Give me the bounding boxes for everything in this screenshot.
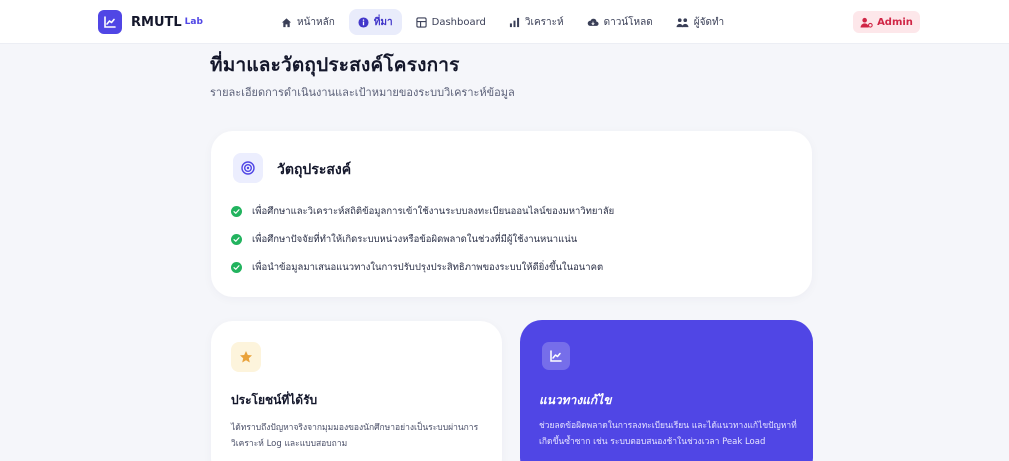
cloud-download-icon xyxy=(587,18,599,26)
nav-item-label: ที่มา xyxy=(373,16,393,28)
chart-line-icon xyxy=(542,342,570,370)
check-circle-icon xyxy=(231,261,242,273)
objective-text: เพื่อศึกษาและวิเคราะห์สถิติข้อมูลการเข้า… xyxy=(252,205,615,217)
objectives-list: เพื่อศึกษาและวิเคราะห์สถิติข้อมูลการเข้า… xyxy=(231,204,614,288)
objective-item: เพื่อศึกษาปัจจัยที่ทำให้เกิดระบบหน่วงหรื… xyxy=(231,232,614,246)
benefits-title: ประโยชน์ที่ได้รับ xyxy=(231,393,318,407)
brand-logo-link[interactable]: RMUTL Lab xyxy=(98,10,203,34)
brand-sub: Lab xyxy=(184,17,203,27)
nav-item-label: ดาวน์โหลด xyxy=(603,16,653,28)
objective-text: เพื่อศึกษาปัจจัยที่ทำให้เกิดระบบหน่วงหรื… xyxy=(252,233,578,245)
nav-item-dashboard[interactable]: Dashboard xyxy=(407,9,495,35)
benefits-description: ได้ทราบถึงปัญหาจริงจากมุมมองของนักศึกษาอ… xyxy=(231,423,479,449)
check-circle-icon xyxy=(231,233,242,245)
admin-button[interactable]: Admin xyxy=(853,11,920,33)
nav-item-team[interactable]: ผู้จัดทำ xyxy=(667,9,733,35)
main-menu: หน้าหลัก ที่มา Dashboard วิเคราะห์ ดาวน์… xyxy=(272,9,738,35)
check-circle-icon xyxy=(231,205,242,217)
objective-text: เพื่อนำข้อมูลมาเสนอแนวทางในการปรับปรุงปร… xyxy=(252,261,604,273)
benefits-card: ประโยชน์ที่ได้รับ ได้ทราบถึงปัญหาจริงจาก… xyxy=(211,321,502,461)
nav-item-label: Dashboard xyxy=(431,16,486,28)
objective-item: เพื่อนำข้อมูลมาเสนอแนวทางในการปรับปรุงปร… xyxy=(231,260,614,274)
nav-item-analysis[interactable]: วิเคราะห์ xyxy=(500,9,573,35)
page-title: ที่มาและวัตถุประสงค์โครงการ xyxy=(210,54,460,76)
page-subtitle: รายละเอียดการดำเนินงานและเป้าหมายของระบบ… xyxy=(210,86,515,99)
brand-name: RMUTL xyxy=(131,14,182,30)
analysis-icon xyxy=(509,17,519,27)
nav-item-background[interactable]: ที่มา xyxy=(348,9,402,35)
nav-item-home[interactable]: หน้าหลัก xyxy=(272,9,344,35)
nav-item-label: หน้าหลัก xyxy=(297,16,335,28)
info-icon xyxy=(358,16,369,28)
objectives-card: วัตถุประสงค์ เพื่อศึกษาและวิเคราะห์สถิติ… xyxy=(211,131,812,297)
objective-item: เพื่อศึกษาและวิเคราะห์สถิติข้อมูลการเข้า… xyxy=(231,204,614,218)
chart-line-icon xyxy=(98,10,122,34)
team-icon xyxy=(676,17,689,27)
nav-item-label: วิเคราะห์ xyxy=(524,16,564,28)
solution-title: แนวทางแก้ไข xyxy=(539,393,612,407)
user-cog-icon xyxy=(860,17,873,28)
solution-card: แนวทางแก้ไข ช่วยลดข้อผิดพลาดในการลงทะเบี… xyxy=(520,320,813,461)
grid-icon xyxy=(416,16,427,28)
nav-item-label: ผู้จัดทำ xyxy=(693,16,725,28)
solution-description: ช่วยลดข้อผิดพลาดในการลงทะเบียนเรียน และไ… xyxy=(539,421,797,447)
star-icon xyxy=(231,342,261,372)
top-navbar: RMUTL Lab หน้าหลัก ที่มา Dashboard วิเคร… xyxy=(0,0,1009,44)
target-icon xyxy=(233,153,263,183)
nav-item-download[interactable]: ดาวน์โหลด xyxy=(578,9,662,35)
home-icon xyxy=(281,17,292,27)
objectives-title: วัตถุประสงค์ xyxy=(277,162,352,178)
admin-label: Admin xyxy=(877,16,913,28)
